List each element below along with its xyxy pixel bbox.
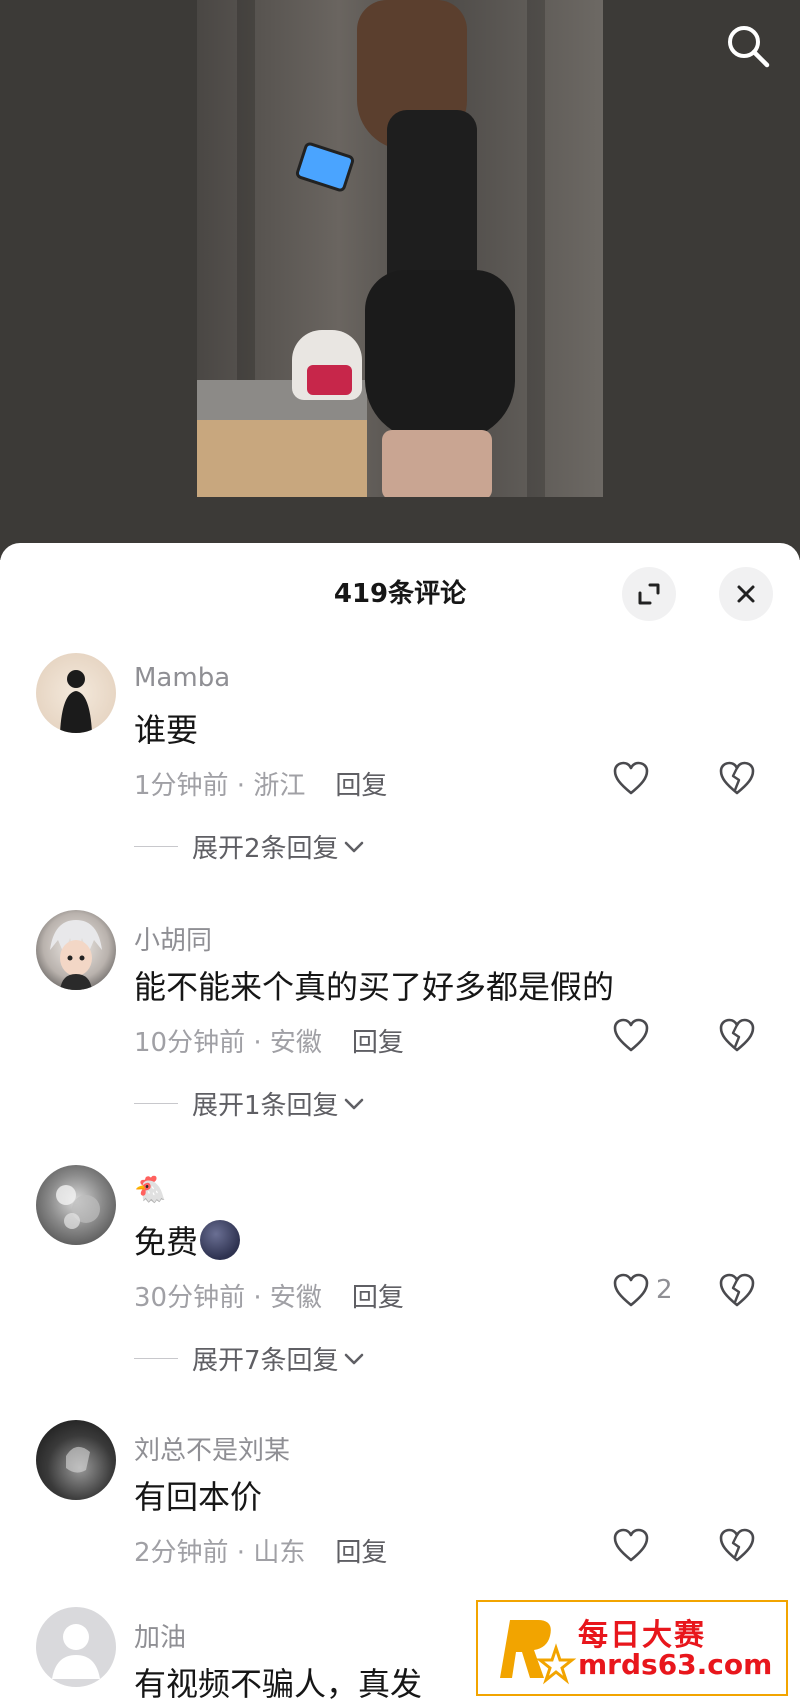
- phone: [294, 140, 356, 194]
- expand-replies-label: 展开2条回复: [192, 834, 339, 864]
- broken-heart-icon: [719, 1273, 755, 1307]
- search-icon: [728, 26, 770, 68]
- comment-username[interactable]: 小胡同: [134, 920, 212, 957]
- watermark-logo: 每日大赛 mrds63.com: [476, 1600, 788, 1696]
- watermark-r-logo-icon: [500, 1620, 577, 1685]
- expand-replies-label: 展开1条回复: [192, 1091, 339, 1121]
- heart-icon: [613, 1528, 649, 1562]
- dislike-button[interactable]: [718, 1010, 762, 1060]
- chevron-down-icon: [344, 1098, 363, 1109]
- watermark-url: mrds63.com: [578, 1648, 773, 1681]
- heart-icon: [613, 1273, 649, 1307]
- broken-heart-icon: [719, 761, 755, 795]
- comment-text: 免费: [134, 1217, 241, 1264]
- bag-accent: [307, 365, 352, 395]
- comment-username[interactable]: Mamba: [134, 663, 230, 693]
- comment-meta: 2分钟前 · 山东 回复: [134, 1532, 387, 1569]
- expand-replies-button[interactable]: 展开1条回复: [134, 1085, 365, 1122]
- comment-text: 能不能来个真的买了好多都是假的: [134, 968, 615, 1006]
- curtain-fold: [527, 0, 545, 497]
- comments-sheet: 419条评论 Mamba 谁要 1分钟前 · 浙江 回复 展开2条回复 小胡同 …: [0, 543, 800, 1706]
- table-front: [197, 420, 367, 497]
- reply-button[interactable]: 回复: [352, 1277, 404, 1314]
- emoji-icon: [200, 1220, 241, 1260]
- comment-username[interactable]: 加油: [134, 1617, 186, 1654]
- comment-meta: 30分钟前 · 安徽 回复: [134, 1277, 404, 1314]
- video-area[interactable]: [0, 0, 800, 560]
- comment-meta: 1分钟前 · 浙江 回复: [134, 765, 387, 802]
- chevron-down-icon: [344, 841, 363, 852]
- like-button[interactable]: [612, 1010, 650, 1060]
- comment-username[interactable]: 🐔: [134, 1175, 166, 1205]
- like-button[interactable]: [612, 753, 650, 803]
- chevron-down-icon: [344, 1353, 363, 1364]
- divider-line: [134, 1358, 178, 1359]
- broken-heart-icon: [719, 1018, 755, 1052]
- dislike-button[interactable]: [718, 753, 762, 803]
- divider-line: [134, 1103, 178, 1104]
- expand-replies-button[interactable]: 展开2条回复: [134, 828, 365, 865]
- avatar-silhouette-icon: [60, 670, 92, 733]
- comment-text: 有视频不骗人，真发: [134, 1665, 423, 1703]
- dark-avatar-icon: [66, 1446, 90, 1473]
- avatar[interactable]: [36, 1607, 116, 1687]
- reply-button[interactable]: 回复: [352, 1022, 404, 1059]
- comment-username[interactable]: 刘总不是刘某: [134, 1430, 290, 1467]
- comment-time-location: 1分钟前 · 浙江: [134, 771, 306, 801]
- anime-avatar-icon: [50, 920, 102, 990]
- comments-header: 419条评论: [0, 543, 800, 643]
- expand-replies-button[interactable]: 展开7条回复: [134, 1340, 365, 1377]
- figure-skirt: [365, 270, 515, 440]
- expand-button[interactable]: [622, 567, 676, 621]
- dislike-button[interactable]: [718, 1520, 762, 1570]
- close-icon: [737, 585, 755, 603]
- search-button[interactable]: [718, 16, 778, 76]
- broken-heart-icon: [719, 1528, 755, 1562]
- heart-icon: [613, 1018, 649, 1052]
- close-button[interactable]: [719, 567, 773, 621]
- abstract-avatar-icon: [56, 1185, 100, 1229]
- avatar[interactable]: [36, 1165, 116, 1245]
- comments-count-title: 419条评论: [333, 579, 467, 609]
- expand-icon: [638, 583, 660, 605]
- comment-time-location: 10分钟前 · 安徽: [134, 1028, 322, 1058]
- comment-text: 有回本价: [134, 1478, 263, 1516]
- video-thumbnail[interactable]: [197, 0, 603, 497]
- expand-replies-label: 展开7条回复: [192, 1346, 339, 1376]
- like-button[interactable]: 2: [612, 1265, 673, 1315]
- reply-button[interactable]: 回复: [335, 1532, 387, 1569]
- figure-legs: [382, 430, 492, 497]
- reply-button[interactable]: 回复: [335, 765, 387, 802]
- avatar[interactable]: [36, 653, 116, 733]
- default-avatar-icon: [52, 1624, 100, 1679]
- divider-line: [134, 846, 178, 847]
- like-button[interactable]: [612, 1520, 650, 1570]
- comment-time-location: 2分钟前 · 山东: [134, 1538, 306, 1568]
- comment-time-location: 30分钟前 · 安徽: [134, 1283, 322, 1313]
- avatar[interactable]: [36, 1420, 116, 1500]
- heart-icon: [613, 761, 649, 795]
- comment-text-content: 免费: [134, 1223, 199, 1261]
- comment-meta: 10分钟前 · 安徽 回复: [134, 1022, 404, 1059]
- like-count: 2: [656, 1275, 673, 1305]
- avatar[interactable]: [36, 910, 116, 990]
- comment-text: 谁要: [134, 711, 199, 749]
- dislike-button[interactable]: [718, 1265, 762, 1315]
